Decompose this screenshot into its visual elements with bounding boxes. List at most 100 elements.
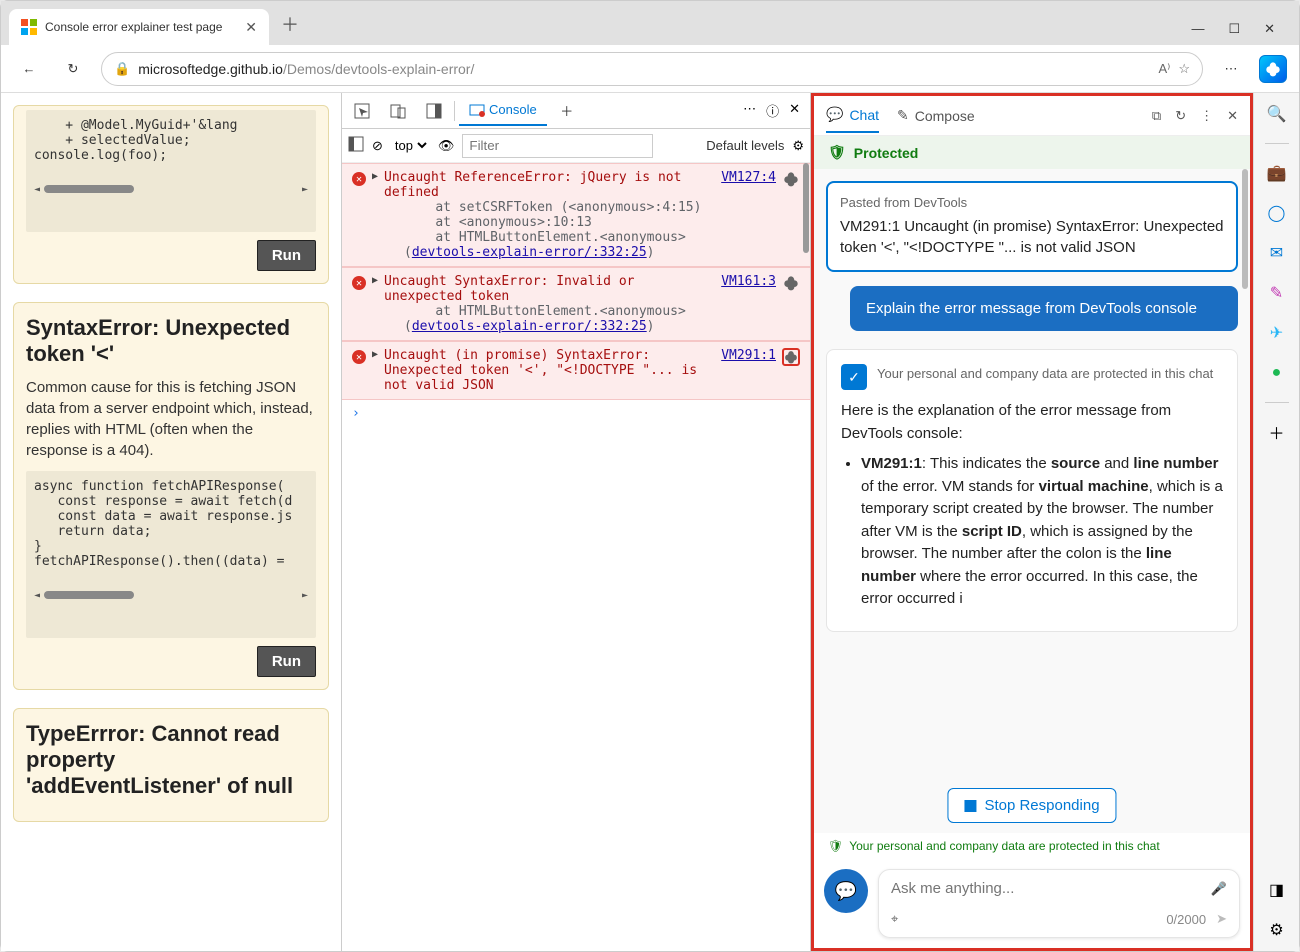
log-levels[interactable]: Default levels	[706, 138, 784, 153]
tab-close-icon[interactable]: ✕	[245, 19, 257, 36]
shield-icon: 🛡	[828, 144, 846, 161]
expand-icon[interactable]: ▶	[372, 349, 378, 393]
sidebar-toggle-icon[interactable]	[348, 136, 364, 155]
user-message: Explain the error message from DevTools …	[850, 286, 1238, 331]
window-controls: — ☐ ✕	[1175, 13, 1291, 45]
browser-toolbar: ← ↻ 🔒 microsoftedge.github.io/Demos/devt…	[1, 45, 1299, 93]
explain-copilot-icon[interactable]	[782, 274, 800, 292]
console-body: ✕▶Uncaught ReferenceError: jQuery is not…	[342, 163, 810, 951]
spotify-sidebar-icon[interactable]: ●	[1266, 362, 1288, 384]
stop-responding-button[interactable]: Stop Responding	[947, 788, 1116, 823]
sidebar-settings-icon[interactable]: ⚙	[1266, 919, 1288, 941]
console-error-row[interactable]: ✕▶Uncaught ReferenceError: jQuery is not…	[342, 163, 810, 267]
clear-console-icon[interactable]: ⊘	[372, 138, 383, 154]
refresh-button[interactable]: ↻	[57, 53, 89, 85]
send-icon[interactable]: ➤	[1216, 911, 1227, 927]
response-card: ✓ Your personal and company data are pro…	[826, 349, 1238, 632]
inspect-icon[interactable]	[346, 95, 378, 127]
console-error-row[interactable]: ✕▶Uncaught (in promise) SyntaxError: Une…	[342, 341, 810, 400]
close-chat-icon[interactable]: ✕	[1227, 108, 1238, 124]
code-block-2: async function fetchAPIResponse( const r…	[26, 471, 316, 638]
open-external-icon[interactable]: ⧉	[1152, 108, 1161, 124]
chat-tab[interactable]: 💬Chat	[826, 98, 879, 133]
page-content: + @Model.MyGuid+'&lang + selectedValue; …	[1, 93, 341, 951]
explain-copilot-icon[interactable]	[782, 348, 800, 366]
ask-input[interactable]	[891, 880, 1203, 897]
designer-sidebar-icon[interactable]: ✎	[1266, 282, 1288, 304]
explain-copilot-icon[interactable]	[782, 170, 800, 188]
telegram-sidebar-icon[interactable]: ✈	[1266, 322, 1288, 344]
console-prompt[interactable]: ›	[342, 400, 810, 427]
response-protect-note: Your personal and company data are prote…	[877, 364, 1213, 384]
new-topic-button[interactable]: 💬	[824, 869, 868, 913]
response-shield-icon: ✓	[841, 364, 867, 390]
live-expression-icon[interactable]: 👁	[438, 138, 455, 154]
refresh-chat-icon[interactable]: ↻	[1175, 108, 1186, 124]
titlebar: Console error explainer test page ✕ ＋ — …	[1, 1, 1299, 45]
back-button[interactable]: ←	[13, 53, 45, 85]
error-message: Uncaught (in promise) SyntaxError: Unexp…	[384, 348, 715, 393]
maximize-icon[interactable]: ☐	[1228, 21, 1240, 37]
error-message: Uncaught ReferenceError: jQuery is not d…	[384, 170, 715, 260]
more-chat-icon[interactable]: ⋮	[1200, 108, 1213, 124]
copilot-pane: 💬Chat ✎Compose ⧉ ↻ ⋮ ✕ 🛡 Protected Paste…	[811, 93, 1253, 951]
card-title-typeerror: TypeErrror: Cannot read property 'addEve…	[26, 721, 316, 799]
outlook-sidebar-icon[interactable]: ✉	[1266, 242, 1288, 264]
error-icon: ✕	[352, 276, 366, 290]
pasted-label: Pasted from DevTools	[840, 195, 1224, 210]
more-button[interactable]: ⋯	[1215, 53, 1247, 85]
response-bullet-1: VM291:1: This indicates the source and l…	[861, 453, 1223, 611]
tools-sidebar-icon[interactable]: 💼	[1266, 162, 1288, 184]
dock-icon[interactable]	[418, 95, 450, 127]
pasted-card: Pasted from DevTools VM291:1 Uncaught (i…	[826, 181, 1238, 272]
response-intro: Here is the explanation of the error mes…	[841, 400, 1223, 445]
compose-icon: ✎	[897, 107, 909, 124]
search-sidebar-icon[interactable]: 🔍	[1266, 103, 1288, 125]
card-body-syntax: Common cause for this is fetching JSON d…	[26, 377, 316, 461]
browser-tab[interactable]: Console error explainer test page ✕	[9, 9, 269, 45]
error-source-link[interactable]: VM161:3	[721, 274, 776, 334]
chat-icon: 💬	[826, 106, 843, 123]
address-bar[interactable]: 🔒 microsoftedge.github.io/Demos/devtools…	[101, 52, 1203, 86]
favorite-icon[interactable]: ☆	[1178, 61, 1190, 77]
console-tab[interactable]: Console	[459, 96, 547, 126]
close-window-icon[interactable]: ✕	[1264, 21, 1275, 37]
add-sidebar-icon[interactable]: ＋	[1266, 421, 1288, 443]
run-button-2[interactable]: Run	[257, 646, 316, 677]
char-counter: 0/2000	[1166, 912, 1206, 927]
expand-icon[interactable]: ▶	[372, 275, 378, 334]
help-icon[interactable]: ⓘ	[766, 101, 779, 120]
context-select[interactable]: top	[391, 137, 430, 154]
error-source-link[interactable]: VM127:4	[721, 170, 776, 260]
add-tab-icon[interactable]: ＋	[551, 95, 583, 127]
devtools-close-icon[interactable]: ✕	[789, 101, 800, 120]
edge-sidebar: 🔍 💼 ◯ ✉ ✎ ✈ ● ＋ ◨ ⚙	[1253, 93, 1299, 951]
url-text: microsoftedge.github.io/Demos/devtools-e…	[138, 61, 1150, 77]
error-source-link[interactable]: VM291:1	[721, 348, 776, 393]
new-tab-button[interactable]: ＋	[269, 3, 311, 45]
run-button-1[interactable]: Run	[257, 240, 316, 271]
tab-title: Console error explainer test page	[45, 20, 237, 34]
console-settings-icon[interactable]: ⚙	[792, 138, 804, 154]
stop-icon	[964, 800, 976, 812]
filter-input[interactable]	[462, 134, 653, 158]
console-error-row[interactable]: ✕▶Uncaught SyntaxError: Invalid or unexp…	[342, 267, 810, 341]
mic-icon[interactable]: 🎤	[1211, 881, 1227, 897]
code-block-1: + @Model.MyGuid+'&lang + selectedValue; …	[26, 110, 316, 232]
device-toggle-icon[interactable]	[382, 95, 414, 127]
pasted-text: VM291:1 Uncaught (in promise) SyntaxErro…	[840, 216, 1224, 258]
image-input-icon[interactable]: ⌖	[891, 911, 898, 927]
read-aloud-icon[interactable]: A⁾	[1158, 61, 1170, 77]
lock-icon: 🔒	[114, 61, 130, 77]
compose-tab[interactable]: ✎Compose	[897, 99, 975, 132]
office-sidebar-icon[interactable]: ◯	[1266, 202, 1288, 224]
copilot-toolbar-icon[interactable]	[1259, 55, 1287, 83]
shield-small-icon: 🛡	[828, 839, 843, 853]
ask-input-box[interactable]: 🎤 ⌖ 0/2000 ➤	[878, 869, 1240, 938]
minimize-icon[interactable]: —	[1191, 21, 1204, 37]
footer-protect-note: 🛡 Your personal and company data are pro…	[814, 833, 1250, 859]
hide-sidebar-icon[interactable]: ◨	[1266, 879, 1288, 901]
expand-icon[interactable]: ▶	[372, 171, 378, 260]
favicon-icon	[21, 19, 37, 35]
more-tools-icon[interactable]: ⋯	[743, 101, 756, 120]
